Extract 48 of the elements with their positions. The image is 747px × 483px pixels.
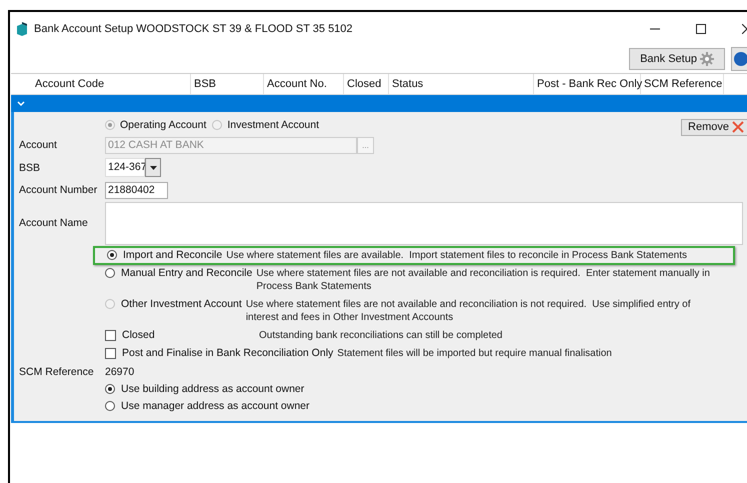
- window-title: Bank Account Setup WOODSTOCK ST 39 & FLOOD ST 35 5102: [34, 22, 353, 34]
- option-description: Statement files will be imported but require manual finalisation: [337, 347, 613, 360]
- gear-icon: [700, 52, 714, 66]
- field-label: BSB: [19, 162, 42, 174]
- radio-label: Manual Entry and Reconcile: [121, 267, 252, 280]
- radio-button[interactable]: [105, 401, 115, 411]
- checkbox[interactable]: [105, 348, 116, 359]
- bsb-dropdown[interactable]: 124-367: [105, 158, 145, 177]
- column-header[interactable]: BSB: [191, 74, 264, 94]
- radio-label: Import and Reconcile: [123, 249, 222, 262]
- column-header[interactable]: Closed: [344, 74, 389, 94]
- option-description: Use where statement files are not available and reconciliation is not required. Use simplified entry of interest and fees in Other Investment Accounts: [246, 298, 692, 324]
- radio-button[interactable]: [107, 250, 117, 260]
- account-name-field[interactable]: [105, 202, 743, 244]
- column-header[interactable]: Account Code: [32, 74, 191, 94]
- account-number-field[interactable]: 21880402: [105, 182, 168, 198]
- column-header[interactable]: Status: [389, 74, 534, 94]
- radio-label: Use manager address as account owner: [121, 400, 310, 413]
- radio-label: Operating Account: [120, 119, 206, 131]
- checkbox-label: Closed: [122, 329, 156, 342]
- close-icon: [732, 121, 744, 133]
- radio-button[interactable]: [105, 268, 115, 278]
- column-header[interactable]: SCM Reference: [641, 74, 724, 94]
- column-header[interactable]: Account No.: [264, 74, 344, 94]
- column-header[interactable]: Post - Bank Rec Only: [534, 74, 641, 94]
- help-icon: [734, 52, 747, 66]
- field-label: Account Name: [19, 217, 89, 229]
- chevron-down-icon[interactable]: [17, 100, 25, 106]
- help-button[interactable]: [731, 47, 747, 71]
- field-label: SCM Reference: [19, 366, 95, 378]
- field-label: Account: [19, 139, 58, 151]
- option-description: Use where statement files are available. Import statement files to reconcile in Process Bank Statements: [226, 249, 688, 262]
- field-label: Account Number: [19, 184, 98, 196]
- option-description: Outstanding bank reconciliations can still be completed: [259, 329, 504, 342]
- radio-button[interactable]: [105, 384, 115, 394]
- app-icon: [16, 22, 28, 36]
- scm-reference-value: 26970: [105, 366, 134, 378]
- dropdown-button[interactable]: [145, 158, 161, 177]
- remove-button[interactable]: Remove: [681, 118, 747, 136]
- checkbox[interactable]: [105, 330, 116, 341]
- radio-label: Other Investment Account: [121, 298, 242, 311]
- bank-setup-button[interactable]: Bank Setup: [629, 48, 725, 70]
- checkbox-label: Post and Finalise in Bank Reconciliation Only: [122, 347, 334, 360]
- option-description: Use where statement files are not available and reconciliation is required. Enter statement manually in Process Bank Statements: [256, 267, 711, 293]
- radio-label: Use building address as account owner: [121, 383, 304, 396]
- maximize-icon[interactable]: [696, 24, 706, 34]
- radio-label: Investment Account: [227, 119, 320, 131]
- caret-icon: [150, 166, 156, 170]
